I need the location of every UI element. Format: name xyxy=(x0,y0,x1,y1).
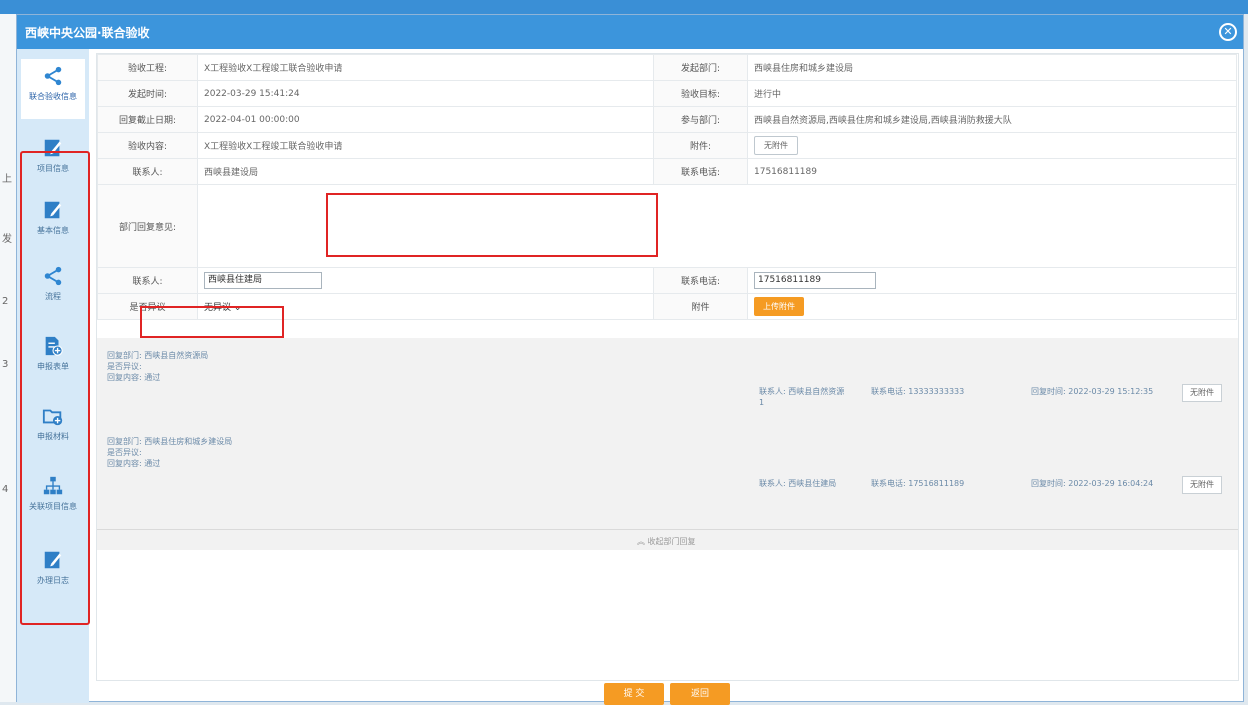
value-acceptance-status: 进行中 xyxy=(747,80,1237,107)
joint-acceptance-dialog: 西峡中央公园·联合验收 ✕ 联合验收信息 项目信息 基本信息 流程 申报表单 申… xyxy=(16,14,1244,705)
collapse-replies-link[interactable]: ︽ 收起部门回复 xyxy=(637,536,696,547)
divider xyxy=(97,529,1238,530)
reply-record: 回复部门: 西峡县住房和城乡建设局 是否异议: 回复内容: 通过 xyxy=(107,436,232,469)
label-acceptance-project: 验收工程: xyxy=(97,54,198,81)
reply-phone-tail: 1 xyxy=(759,398,765,407)
value-acceptance-content: X工程验收X工程竣工联合验收申请 xyxy=(197,132,654,159)
label-reply-attachment: 附件 xyxy=(653,293,748,320)
table-row: 验收内容: X工程验收X工程竣工联合验收申请 附件: 无附件 xyxy=(97,132,1237,159)
label-attachment: 附件: xyxy=(653,132,748,159)
reply-history: 回复部门: 西峡县自然资源局 是否异议: 回复内容: 通过 联系人: 西峡县自然… xyxy=(97,338,1238,550)
dialog-title: 西峡中央公园·联合验收 xyxy=(25,25,150,40)
sidebar-item-acceptance-info[interactable]: 联合验收信息 xyxy=(21,59,85,119)
sidebar-item-label: 联合验收信息 xyxy=(29,92,77,101)
close-icon[interactable]: ✕ xyxy=(1219,23,1237,41)
label-contact-phone: 联系电话: xyxy=(653,158,748,185)
share-icon xyxy=(44,66,62,86)
sidebar: 联合验收信息 项目信息 基本信息 流程 申报表单 申报材料 关联项目信息 办理日… xyxy=(17,49,90,703)
value-acceptance-project: X工程验收X工程竣工联合验收申请 xyxy=(197,54,654,81)
highlight-frame-sidebar xyxy=(20,151,90,625)
reply-time: 回复时间: 2022-03-29 15:12:35 xyxy=(1031,387,1154,396)
background-mark: 上 xyxy=(2,174,12,185)
table-row: 发起时间: 2022-03-29 15:41:24 验收目标: 进行中 xyxy=(97,80,1237,107)
contact-input[interactable]: 西峡县住建局 xyxy=(204,272,322,289)
value-contact-phone: 17516811189 xyxy=(747,158,1237,185)
label-initiating-dept: 发起部门: xyxy=(653,54,748,81)
table-row: 回复截止日期: 2022-04-01 00:00:00 参与部门: 西峡县自然资… xyxy=(97,106,1237,133)
value-reply-deadline: 2022-04-01 00:00:00 xyxy=(197,106,654,133)
reply-dept: 回复部门: 西峡县自然资源局 xyxy=(107,351,209,360)
label-participating-depts: 参与部门: xyxy=(653,106,748,133)
label-reply-phone: 联系电话: xyxy=(653,267,748,294)
value-participating-depts: 西峡县自然资源局,西峡县住房和城乡建设局,西峡县消防救援大队 xyxy=(747,106,1237,133)
reply-content: 回复内容: 通过 xyxy=(107,459,161,468)
background-mark: 4 xyxy=(2,484,9,495)
background-mark: 2 xyxy=(2,296,9,307)
phone-input[interactable]: 17516811189 xyxy=(754,272,876,289)
background-left-strip: 上 发 2 3 4 xyxy=(0,14,16,702)
table-row: 验收工程: X工程验收X工程竣工联合验收申请 发起部门: 西峡县住房和城乡建设局 xyxy=(97,54,1237,81)
dialog-titlebar: 西峡中央公园·联合验收 ✕ xyxy=(17,15,1243,49)
reply-phone: 联系电话: 17516811189 xyxy=(871,479,965,488)
reply-contact: 联系人: 西峡县住建局 xyxy=(759,479,837,488)
no-attachment-button[interactable]: 无附件 xyxy=(754,136,798,155)
table-row: 部门回复意见: xyxy=(97,184,1237,268)
main-content: 验收工程: X工程验收X工程竣工联合验收申请 发起部门: 西峡县住房和城乡建设局… xyxy=(96,53,1239,681)
view-attachment-button[interactable]: 无附件 xyxy=(1182,476,1222,494)
view-attachment-button[interactable]: 无附件 xyxy=(1182,384,1222,402)
upload-attachment-button[interactable]: 上传附件 xyxy=(754,297,804,316)
reply-phone: 联系电话: 13333333333 xyxy=(871,387,965,396)
table-row: 联系人: 西峡县住建局 联系电话: 17516811189 xyxy=(97,267,1237,294)
opinion-textarea[interactable] xyxy=(326,193,658,257)
reply-content: 回复内容: 通过 xyxy=(107,373,161,382)
label-acceptance-status: 验收目标: xyxy=(653,80,748,107)
table-row: 联系人: 西峡县建设局 联系电话: 17516811189 xyxy=(97,158,1237,185)
background-mark: 发 xyxy=(2,234,12,245)
label-acceptance-content: 验收内容: xyxy=(97,132,198,159)
collapse-icon: ︽ xyxy=(637,537,645,546)
label-reply-deadline: 回复截止日期: xyxy=(97,106,198,133)
value-initiated-time: 2022-03-29 15:41:24 xyxy=(197,80,654,107)
collapse-text: 收起部门回复 xyxy=(647,537,696,546)
value-contact: 西峡县建设局 xyxy=(197,158,654,185)
reply-contact: 联系人: 西峡县自然资源 xyxy=(759,387,845,396)
reply-time: 回复时间: 2022-03-29 16:04:24 xyxy=(1031,479,1154,488)
reply-objection: 是否异议: xyxy=(107,362,142,371)
label-initiated-time: 发起时间: xyxy=(97,80,198,107)
reply-record: 回复部门: 西峡县自然资源局 是否异议: 回复内容: 通过 xyxy=(107,350,208,383)
label-dept-opinion: 部门回复意见: xyxy=(97,184,198,268)
background-mark: 3 xyxy=(2,359,9,370)
reply-objection: 是否异议: xyxy=(107,448,142,457)
opinion-area xyxy=(198,185,1236,267)
reply-dept: 回复部门: 西峡县住房和城乡建设局 xyxy=(107,437,233,446)
info-table: 验收工程: X工程验收X工程竣工联合验收申请 发起部门: 西峡县住房和城乡建设局… xyxy=(97,54,1237,320)
label-reply-contact: 联系人: xyxy=(97,267,198,294)
background-top-bar xyxy=(0,0,1248,14)
value-initiating-dept: 西峡县住房和城乡建设局 xyxy=(747,54,1237,81)
label-contact: 联系人: xyxy=(97,158,198,185)
highlight-frame-objection xyxy=(140,306,284,338)
